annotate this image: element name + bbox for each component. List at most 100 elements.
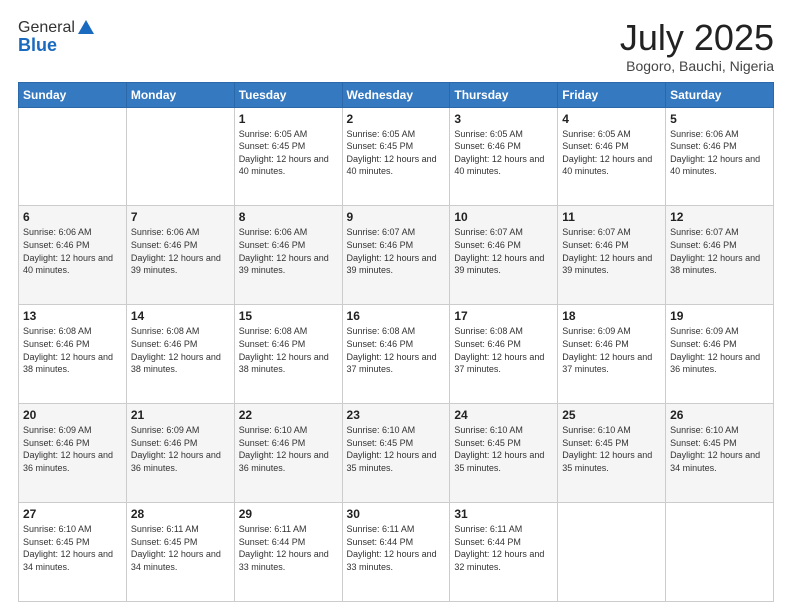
- day-info: Sunrise: 6:07 AMSunset: 6:46 PMDaylight:…: [670, 226, 769, 276]
- day-number: 28: [131, 507, 230, 521]
- table-row: 21 Sunrise: 6:09 AMSunset: 6:46 PMDayligh…: [126, 404, 234, 503]
- table-row: 5 Sunrise: 6:06 AMSunset: 6:46 PMDaylight…: [666, 107, 774, 206]
- table-row: 27Sunrise: 6:10 AMSunset: 6:45 PMDayligh…: [19, 503, 127, 602]
- day-number: 4: [562, 112, 661, 126]
- table-row: 11 Sunrise: 6:07 AMSunset: 6:46 PMDayligh…: [558, 206, 666, 305]
- day-info: Sunrise: 6:08 AMSunset: 6:46 PMDaylight:…: [454, 325, 553, 375]
- day-info: Sunrise: 6:10 AMSunset: 6:45 PMDaylight:…: [670, 424, 769, 474]
- calendar-header-row: Sunday Monday Tuesday Wednesday Thursday…: [19, 82, 774, 107]
- day-number: 12: [670, 210, 769, 224]
- day-info: Sunrise: 6:11 AMSunset: 6:44 PMDaylight:…: [454, 523, 553, 573]
- col-monday: Monday: [126, 82, 234, 107]
- table-row: 17 Sunrise: 6:08 AMSunset: 6:46 PMDayligh…: [450, 305, 558, 404]
- day-number: 2: [347, 112, 446, 126]
- day-info: Sunrise: 6:05 AMSunset: 6:45 PMDaylight:…: [239, 128, 338, 178]
- table-row: 28 Sunrise: 6:11 AMSunset: 6:45 PMDayligh…: [126, 503, 234, 602]
- day-info: Sunrise: 6:07 AMSunset: 6:46 PMDaylight:…: [454, 226, 553, 276]
- day-info: Sunrise: 6:06 AMSunset: 6:46 PMDaylight:…: [239, 226, 338, 276]
- table-row: 20 Sunrise: 6:09 AMSunset: 6:46 PMDayligh…: [19, 404, 127, 503]
- table-row: 26 Sunrise: 6:10 AMSunset: 6:45 PMDayligh…: [666, 404, 774, 503]
- day-info: Sunrise: 6:10 AMSunset: 6:45 PMDaylight:…: [347, 424, 446, 474]
- table-row: 22 Sunrise: 6:10 AMSunset: 6:46 PMDayligh…: [234, 404, 342, 503]
- day-info: Sunrise: 6:05 AMSunset: 6:46 PMDaylight:…: [454, 128, 553, 178]
- table-row: 8Sunrise: 6:06 AMSunset: 6:46 PMDaylight…: [234, 206, 342, 305]
- day-number: 17: [454, 309, 553, 323]
- day-number: 18: [562, 309, 661, 323]
- col-friday: Friday: [558, 82, 666, 107]
- table-row: 25 Sunrise: 6:10 AMSunset: 6:45 PMDayligh…: [558, 404, 666, 503]
- day-number: 9: [347, 210, 446, 224]
- day-info: Sunrise: 6:09 AMSunset: 6:46 PMDaylight:…: [131, 424, 230, 474]
- day-number: 14: [131, 309, 230, 323]
- table-row: 16 Sunrise: 6:08 AMSunset: 6:46 PMDayligh…: [342, 305, 450, 404]
- day-number: 29: [239, 507, 338, 521]
- calendar-week-row: 1 Sunrise: 6:05 AMSunset: 6:45 PMDaylight…: [19, 107, 774, 206]
- day-info: Sunrise: 6:06 AMSunset: 6:46 PMDaylight:…: [23, 226, 122, 276]
- day-number: 24: [454, 408, 553, 422]
- col-thursday: Thursday: [450, 82, 558, 107]
- col-sunday: Sunday: [19, 82, 127, 107]
- day-number: 20: [23, 408, 122, 422]
- day-info: Sunrise: 6:06 AMSunset: 6:46 PMDaylight:…: [131, 226, 230, 276]
- day-number: 11: [562, 210, 661, 224]
- day-number: 22: [239, 408, 338, 422]
- day-info: Sunrise: 6:10 AMSunset: 6:45 PMDaylight:…: [23, 523, 122, 573]
- table-row: 30 Sunrise: 6:11 AMSunset: 6:44 PMDayligh…: [342, 503, 450, 602]
- table-row: 7 Sunrise: 6:06 AMSunset: 6:46 PMDaylight…: [126, 206, 234, 305]
- table-row: 9 Sunrise: 6:07 AMSunset: 6:46 PMDaylight…: [342, 206, 450, 305]
- day-info: Sunrise: 6:10 AMSunset: 6:45 PMDaylight:…: [562, 424, 661, 474]
- logo: General Blue: [18, 18, 96, 56]
- day-number: 31: [454, 507, 553, 521]
- table-row: [558, 503, 666, 602]
- table-row: 29 Sunrise: 6:11 AMSunset: 6:44 PMDayligh…: [234, 503, 342, 602]
- day-number: 1: [239, 112, 338, 126]
- day-number: 19: [670, 309, 769, 323]
- col-tuesday: Tuesday: [234, 82, 342, 107]
- day-number: 13: [23, 309, 122, 323]
- table-row: 19Sunrise: 6:09 AMSunset: 6:46 PMDayligh…: [666, 305, 774, 404]
- day-number: 7: [131, 210, 230, 224]
- day-info: Sunrise: 6:11 AMSunset: 6:45 PMDaylight:…: [131, 523, 230, 573]
- logo-blue-text: Blue: [18, 35, 96, 56]
- table-row: 31 Sunrise: 6:11 AMSunset: 6:44 PMDayligh…: [450, 503, 558, 602]
- calendar-table: Sunday Monday Tuesday Wednesday Thursday…: [18, 82, 774, 602]
- day-number: 3: [454, 112, 553, 126]
- page: General Blue July 2025 Bogoro, Bauchi, N…: [0, 0, 792, 612]
- day-info: Sunrise: 6:10 AMSunset: 6:46 PMDaylight:…: [239, 424, 338, 474]
- day-info: Sunrise: 6:09 AMSunset: 6:46 PMDaylight:…: [562, 325, 661, 375]
- table-row: [19, 107, 127, 206]
- day-info: Sunrise: 6:05 AMSunset: 6:46 PMDaylight:…: [562, 128, 661, 178]
- month-title: July 2025: [620, 18, 774, 58]
- day-info: Sunrise: 6:08 AMSunset: 6:46 PMDaylight:…: [347, 325, 446, 375]
- day-info: Sunrise: 6:11 AMSunset: 6:44 PMDaylight:…: [347, 523, 446, 573]
- day-number: 30: [347, 507, 446, 521]
- table-row: 13Sunrise: 6:08 AMSunset: 6:46 PMDayligh…: [19, 305, 127, 404]
- day-number: 6: [23, 210, 122, 224]
- day-info: Sunrise: 6:06 AMSunset: 6:46 PMDaylight:…: [670, 128, 769, 178]
- table-row: 10 Sunrise: 6:07 AMSunset: 6:46 PMDayligh…: [450, 206, 558, 305]
- day-info: Sunrise: 6:09 AMSunset: 6:46 PMDaylight:…: [23, 424, 122, 474]
- day-info: Sunrise: 6:11 AMSunset: 6:44 PMDaylight:…: [239, 523, 338, 573]
- calendar-week-row: 27Sunrise: 6:10 AMSunset: 6:45 PMDayligh…: [19, 503, 774, 602]
- day-info: Sunrise: 6:05 AMSunset: 6:45 PMDaylight:…: [347, 128, 446, 178]
- day-number: 5: [670, 112, 769, 126]
- table-row: 12 Sunrise: 6:07 AMSunset: 6:46 PMDayligh…: [666, 206, 774, 305]
- day-number: 26: [670, 408, 769, 422]
- day-number: 21: [131, 408, 230, 422]
- day-info: Sunrise: 6:07 AMSunset: 6:46 PMDaylight:…: [562, 226, 661, 276]
- location: Bogoro, Bauchi, Nigeria: [620, 58, 774, 74]
- day-number: 16: [347, 309, 446, 323]
- day-number: 10: [454, 210, 553, 224]
- day-number: 25: [562, 408, 661, 422]
- day-info: Sunrise: 6:10 AMSunset: 6:45 PMDaylight:…: [454, 424, 553, 474]
- header: General Blue July 2025 Bogoro, Bauchi, N…: [18, 18, 774, 74]
- day-info: Sunrise: 6:07 AMSunset: 6:46 PMDaylight:…: [347, 226, 446, 276]
- table-row: [666, 503, 774, 602]
- day-info: Sunrise: 6:08 AMSunset: 6:46 PMDaylight:…: [239, 325, 338, 375]
- calendar-week-row: 13 Sunrise: 6:08 AMSunset: 6:46 PMDayligh…: [19, 305, 774, 404]
- table-row: 15 Sunrise: 6:08 AMSunset: 6:46 PMDayligh…: [234, 305, 342, 404]
- calendar-week-row: 6 Sunrise: 6:06 AMSunset: 6:46 PMDaylight…: [19, 206, 774, 305]
- day-number: 15: [239, 309, 338, 323]
- calendar-week-row: 20 Sunrise: 6:09 AMSunset: 6:46 PMDayligh…: [19, 404, 774, 503]
- col-saturday: Saturday: [666, 82, 774, 107]
